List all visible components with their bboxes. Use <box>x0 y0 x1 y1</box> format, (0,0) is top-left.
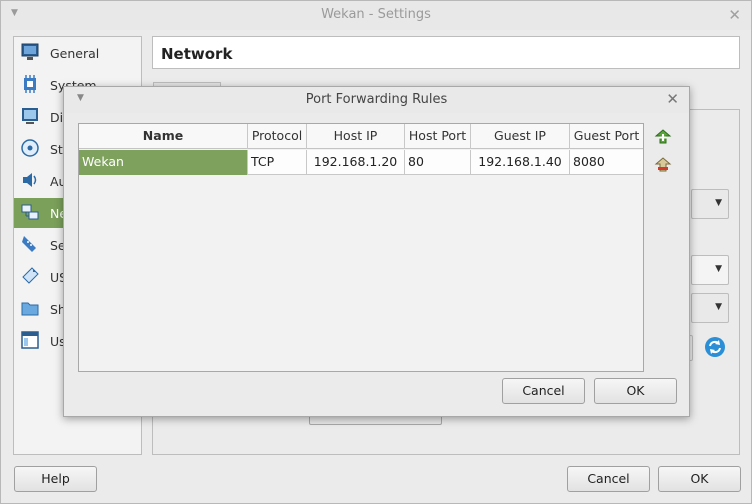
ok-button-label: OK <box>690 471 709 486</box>
display-icon <box>22 108 38 124</box>
chevron-down-icon: ▼ <box>715 198 722 208</box>
storage-icon <box>21 139 39 157</box>
dialog-close-icon[interactable]: ✕ <box>666 90 679 108</box>
column-header-protocol[interactable]: Protocol <box>248 124 307 149</box>
help-button[interactable]: Help <box>14 466 97 492</box>
usb-icon <box>22 267 39 284</box>
port-forwarding-table: Name Protocol Host IP Host Port Guest IP… <box>78 123 644 372</box>
window-close-icon[interactable]: ✕ <box>728 6 741 24</box>
help-button-label: Help <box>41 471 70 486</box>
window-title: Wekan - Settings <box>321 7 431 22</box>
column-header-host-ip[interactable]: Host IP <box>307 124 405 149</box>
attached-to-combo[interactable]: ▼ <box>691 189 729 219</box>
page-title: Network <box>161 45 233 63</box>
shared-folder-icon <box>21 302 39 316</box>
cell-protocol[interactable]: TCP <box>248 150 307 175</box>
dialog-cancel-button[interactable]: Cancel <box>502 378 585 404</box>
cell-guest-ip[interactable]: 192.168.1.40 <box>471 150 570 175</box>
dialog-ok-label: OK <box>626 383 645 398</box>
chevron-down-icon: ▼ <box>715 264 722 274</box>
table-header: Name Protocol Host IP Host Port Guest IP… <box>79 124 643 149</box>
title-bar: ▼ Wekan - Settings ✕ <box>1 1 751 30</box>
network-icon <box>21 204 39 220</box>
column-header-guest-ip[interactable]: Guest IP <box>471 124 570 149</box>
serial-icon <box>22 236 36 252</box>
remove-rule-icon[interactable] <box>653 155 673 175</box>
refresh-mac-icon[interactable] <box>703 335 727 359</box>
column-header-host-port[interactable]: Host Port <box>405 124 471 149</box>
adapter-type-combo[interactable]: ▼ <box>691 293 729 323</box>
column-header-guest-port[interactable]: Guest Port <box>570 124 643 149</box>
cell-host-ip[interactable]: 192.168.1.20 <box>307 150 405 175</box>
adapter-name-combo[interactable]: ▼ <box>691 255 729 285</box>
cancel-button[interactable]: Cancel <box>567 466 650 492</box>
dialog-ok-button[interactable]: OK <box>594 378 677 404</box>
cell-host-port[interactable]: 80 <box>405 150 471 175</box>
monitor-icon <box>21 43 39 60</box>
chevron-down-icon: ▼ <box>715 302 722 312</box>
chip-icon <box>24 75 36 93</box>
dialog-title: Port Forwarding Rules <box>305 92 448 107</box>
dialog-cancel-label: Cancel <box>522 383 565 398</box>
cell-name[interactable]: Wekan <box>79 150 248 175</box>
column-header-name[interactable]: Name <box>79 124 248 149</box>
ok-button[interactable]: OK <box>658 466 741 492</box>
sidebar-item-general[interactable]: General <box>14 38 141 68</box>
port-forwarding-dialog: ▼ Port Forwarding Rules ✕ Name Protocol … <box>63 86 690 417</box>
table-row[interactable]: Wekan TCP 192.168.1.20 80 192.168.1.40 8… <box>79 150 643 175</box>
audio-icon <box>23 173 37 187</box>
dialog-title-bar: ▼ Port Forwarding Rules ✕ <box>64 87 689 113</box>
add-rule-icon[interactable] <box>653 127 673 147</box>
page-title-box: Network <box>152 36 740 69</box>
cancel-button-label: Cancel <box>587 471 630 486</box>
cell-guest-port[interactable]: 8080 <box>570 150 643 175</box>
user-interface-icon <box>21 331 39 349</box>
sidebar-item-label: General <box>50 46 100 61</box>
